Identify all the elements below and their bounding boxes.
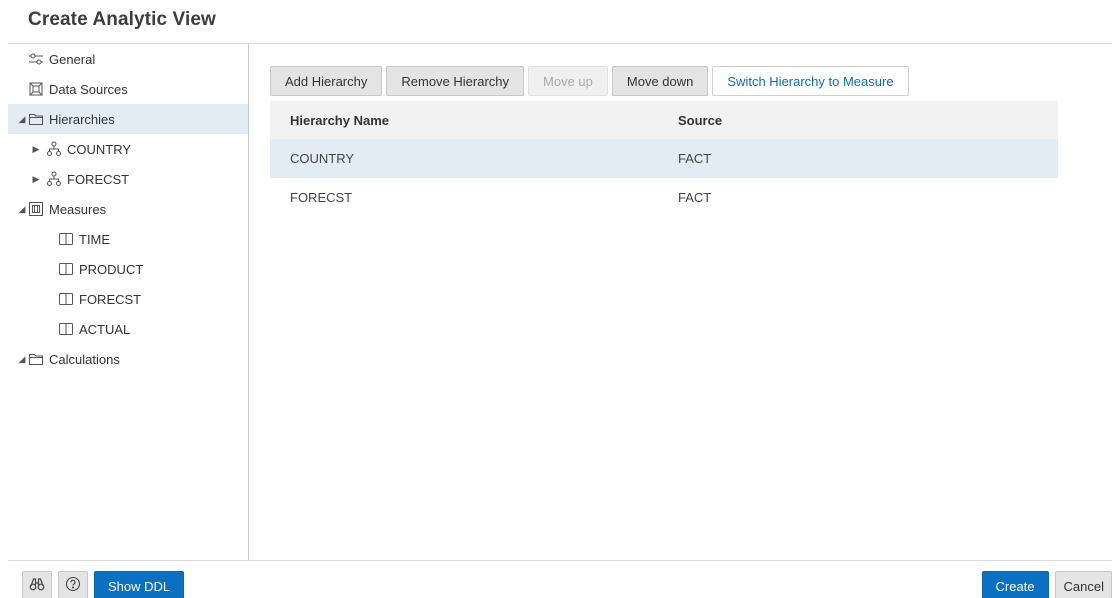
move-up-button[interactable]: Move up — [528, 66, 608, 96]
sidebar-item-measure-forecst[interactable]: FORECST — [8, 284, 248, 314]
measures-icon — [28, 201, 44, 217]
create-button[interactable]: Create — [981, 571, 1049, 598]
sidebar-item-label: FORECST — [79, 291, 142, 307]
sidebar-item-label: Calculations — [49, 351, 120, 367]
sidebar-item-general[interactable]: General — [8, 44, 248, 74]
switch-hierarchy-to-measure-button[interactable]: Switch Hierarchy to Measure — [712, 66, 909, 96]
sidebar-item-label: TIME — [79, 231, 111, 247]
sidebar-item-label: FORECST — [67, 171, 130, 187]
collapse-triangle-icon[interactable]: ◢ — [16, 114, 28, 125]
column-header-source[interactable]: Source — [678, 113, 722, 128]
hierarchy-name-cell: FORECST — [290, 190, 353, 205]
collapse-triangle-icon[interactable]: ◢ — [16, 354, 28, 365]
hierarchies-panel: Add Hierarchy Remove Hierarchy Move up M… — [250, 44, 1112, 560]
sidebar-item-measure-actual[interactable]: ACTUAL — [8, 314, 248, 344]
sidebar-item-label: PRODUCT — [79, 261, 144, 277]
column-icon — [58, 231, 74, 247]
add-hierarchy-button[interactable]: Add Hierarchy — [270, 66, 383, 96]
help-button[interactable] — [58, 571, 88, 598]
sidebar-item-hierarchy-forecst[interactable]: ▶ FORECST — [8, 164, 248, 194]
data-source-icon — [28, 81, 44, 97]
footer-right-actions: Create Cancel — [981, 571, 1112, 598]
sidebar-item-label: Measures — [49, 201, 107, 217]
expand-triangle-icon[interactable]: ▶ — [30, 174, 42, 185]
sidebar-item-label: COUNTRY — [67, 141, 132, 157]
sidebar-item-calculations[interactable]: ◢ Calculations — [8, 344, 248, 374]
source-cell: FACT — [678, 190, 712, 205]
sidebar-item-measure-time[interactable]: TIME — [8, 224, 248, 254]
cancel-button[interactable]: Cancel — [1054, 571, 1112, 598]
sidebar-item-label: ACTUAL — [79, 321, 131, 337]
sidebar-item-measures[interactable]: ◢ Measures — [8, 194, 248, 224]
footer-left-actions: Show DDL — [22, 571, 185, 598]
dialog-title: Create Analytic View — [28, 9, 216, 30]
sidebar-item-label: General — [49, 51, 96, 67]
hierarchy-toolbar: Add Hierarchy Remove Hierarchy Move up M… — [270, 66, 909, 96]
sidebar-item-data-sources[interactable]: Data Sources — [8, 74, 248, 104]
collapse-triangle-icon[interactable]: ◢ — [16, 204, 28, 215]
folder-icon — [28, 351, 44, 367]
binoculars-icon — [29, 576, 45, 597]
sidebar-item-hierarchy-country[interactable]: ▶ COUNTRY — [8, 134, 248, 164]
table-header: Hierarchy Name Source — [270, 101, 1058, 139]
sidebar-item-hierarchies[interactable]: ◢ Hierarchies — [8, 104, 248, 134]
remove-hierarchy-button[interactable]: Remove Hierarchy — [386, 66, 525, 96]
hierarchy-icon — [46, 171, 62, 187]
source-cell: FACT — [678, 151, 712, 166]
sidebar-tree: General Data Sources ◢ Hierarchies ▶ COU… — [8, 44, 249, 560]
sidebar-item-label: Hierarchies — [49, 111, 115, 127]
column-icon — [58, 321, 74, 337]
move-down-button[interactable]: Move down — [611, 66, 709, 96]
column-header-hierarchy-name[interactable]: Hierarchy Name — [270, 113, 678, 128]
sidebar-item-measure-product[interactable]: PRODUCT — [8, 254, 248, 284]
show-ddl-button[interactable]: Show DDL — [94, 571, 185, 598]
column-icon — [58, 291, 74, 307]
sliders-icon — [28, 51, 44, 67]
table-row[interactable]: FORECST FACT — [270, 178, 1058, 217]
column-icon — [58, 261, 74, 277]
folder-icon — [28, 111, 44, 127]
table-row[interactable]: COUNTRY FACT — [270, 139, 1058, 178]
hierarchy-table: Hierarchy Name Source COUNTRY FACT FOREC… — [270, 101, 1058, 217]
sidebar-item-label: Data Sources — [49, 81, 128, 97]
find-button[interactable] — [22, 571, 52, 598]
help-icon — [65, 576, 81, 597]
hierarchy-name-cell: COUNTRY — [290, 151, 355, 166]
expand-triangle-icon[interactable]: ▶ — [30, 144, 42, 155]
hierarchy-icon — [46, 141, 62, 157]
footer-divider — [8, 560, 1112, 561]
